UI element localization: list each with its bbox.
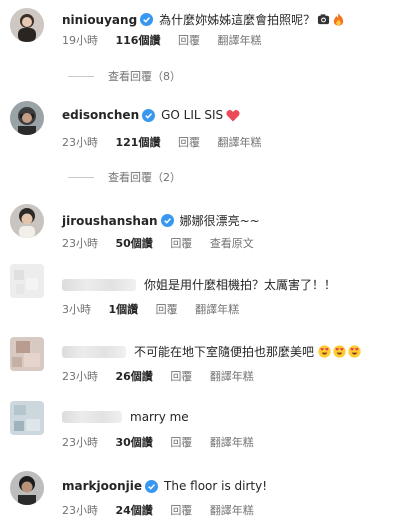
avatar[interactable] [10,471,44,505]
red-heart-emoji-icon [226,109,240,122]
view-replies-label: 查看回覆（2） [108,171,181,184]
heart-eyes-emoji-icon [348,345,361,358]
translate-button[interactable]: 翻譯年糕 [217,34,261,47]
comment-time: 23小時 [62,436,98,449]
view-replies-button[interactable]: 查看回覆（2） [68,169,181,185]
username[interactable]: niniouyang [62,13,137,27]
translate-button[interactable]: 翻譯年糕 [210,504,254,517]
avatar[interactable] [10,101,44,135]
heart-eyes-emoji-icon [318,345,331,358]
likes-count[interactable]: 30個讚 [116,436,153,449]
comment-text: 為什麼妳姊姊這麼會拍照呢？ [159,13,316,27]
likes-count[interactable]: 26個讚 [116,370,153,383]
likes-count[interactable]: 24個讚 [116,504,153,517]
comment-time: 3小時 [62,303,91,316]
translate-button[interactable]: 翻譯年糕 [210,370,254,383]
comment-text: 不可能在地下室隨便拍也那麼美吧 [134,345,315,359]
reply-button[interactable]: 回覆 [170,436,192,449]
verified-badge-icon [140,13,154,26]
avatar[interactable] [10,264,44,298]
comment-time: 23小時 [62,136,98,149]
avatar[interactable] [10,8,44,42]
comment-text: 娜娜很漂亮~~ [179,214,260,228]
comment-time: 23小時 [62,504,98,517]
translate-button[interactable]: 翻譯年糕 [210,436,254,449]
comment-time: 23小時 [62,370,98,383]
comment-time: 23小時 [62,237,98,250]
see-original-button[interactable]: 查看原文 [210,237,254,250]
translate-button[interactable]: 翻譯年糕 [195,303,239,316]
likes-count[interactable]: 116個讚 [116,34,161,47]
likes-count[interactable]: 50個讚 [116,237,153,250]
likes-count[interactable]: 121個讚 [116,136,161,149]
comment-time: 19小時 [62,34,98,47]
translate-button[interactable]: 翻譯年糕 [217,136,261,149]
comment-text: GO LIL SIS [161,108,224,122]
verified-badge-icon [160,214,174,227]
avatar[interactable] [10,401,44,435]
blurred-username[interactable] [62,345,126,358]
verified-badge-icon [142,108,156,122]
replies-divider [68,75,94,77]
username[interactable]: edisonchen [62,108,139,122]
blurred-username[interactable] [62,278,136,291]
reply-button[interactable]: 回覆 [178,136,200,149]
verified-badge-icon [145,479,159,493]
likes-count[interactable]: 1個讚 [109,303,139,316]
comment-text: The floor is dirty! [164,479,268,493]
reply-button[interactable]: 回覆 [170,370,192,383]
reply-button[interactable]: 回覆 [156,303,178,316]
reply-button[interactable]: 回覆 [170,504,192,517]
comment-text: marry me [130,410,189,424]
avatar[interactable] [10,337,44,371]
comment-text: 你姐是用什麼相機拍？太厲害了！！ [144,278,337,292]
heart-eyes-emoji-icon [333,345,346,358]
username[interactable]: markjoonjie [62,479,142,493]
replies-divider [68,176,94,178]
blurred-username[interactable] [62,411,122,423]
view-replies-button[interactable]: 查看回覆（8） [68,68,181,84]
fire-emoji-icon [332,13,345,26]
avatar[interactable] [10,204,44,238]
view-replies-label: 查看回覆（8） [108,70,181,83]
reply-button[interactable]: 回覆 [170,237,192,250]
username[interactable]: jiroushanshan [62,214,158,228]
reply-button[interactable]: 回覆 [178,34,200,47]
camera-emoji-icon [317,13,330,26]
